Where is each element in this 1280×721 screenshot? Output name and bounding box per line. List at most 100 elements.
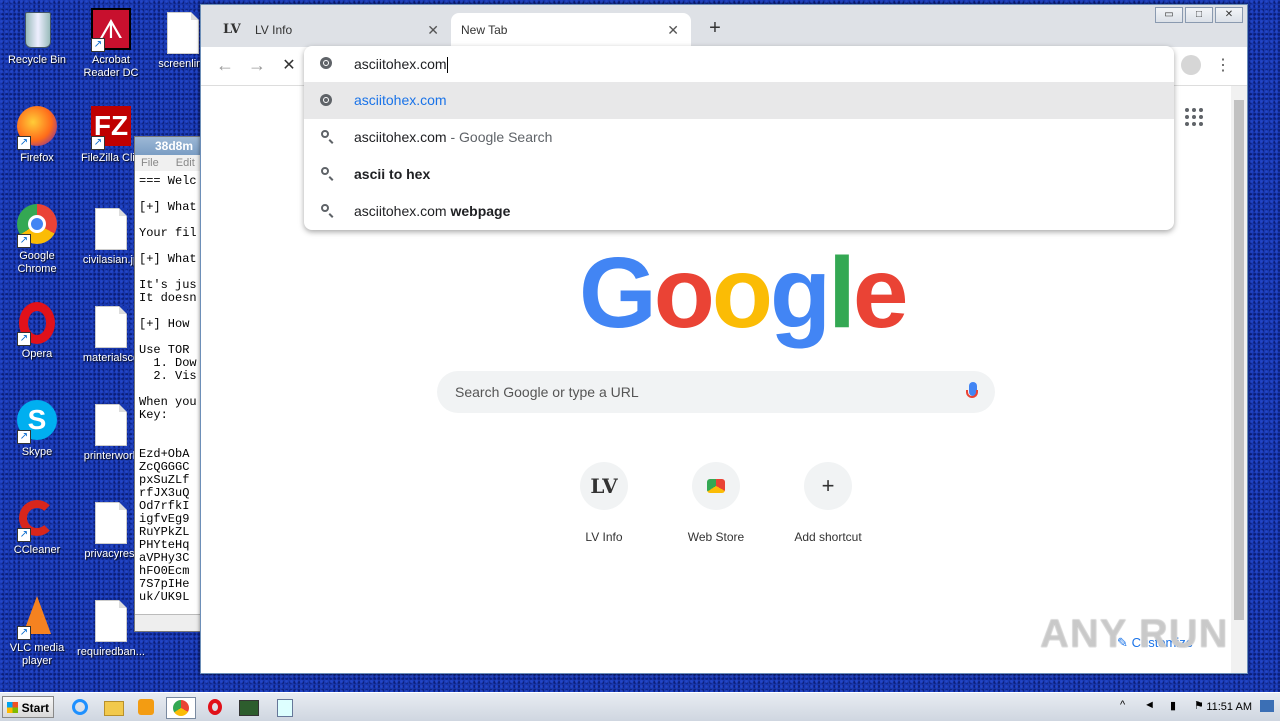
- back-button[interactable]: ←: [213, 55, 237, 76]
- start-button[interactable]: Start: [2, 696, 54, 718]
- lv-favicon-icon: LV: [223, 22, 241, 37]
- search-icon: [321, 204, 329, 212]
- omnibox-dropdown: asciitohex.com asciitohex.com asciitohex…: [304, 46, 1174, 230]
- skype-icon: S ↗: [15, 400, 59, 444]
- vlc-cone-icon: ↗: [15, 596, 59, 640]
- microphone-icon[interactable]: [966, 382, 978, 398]
- desktop-icon-label: civilasian.jp: [82, 254, 140, 266]
- taskbar: Start ^ ◄ ▮ ⚑ 11:51 AM: [0, 692, 1280, 721]
- window-controls: ▭ □ ✕: [1155, 7, 1243, 23]
- search-icon: [321, 130, 329, 138]
- tab-new-tab[interactable]: New Tab ✕: [451, 13, 691, 47]
- tab-lv-info[interactable]: LV LV Info ✕: [211, 13, 451, 47]
- desktop-icon-label: Google Chrome: [17, 250, 57, 275]
- taskbar-chrome-button[interactable]: [166, 697, 196, 719]
- stop-loading-button[interactable]: ✕: [277, 55, 301, 75]
- desktop-icon-label: FileZilla Clie: [81, 152, 141, 164]
- tab-title: New Tab: [461, 23, 508, 37]
- desktop-icon-acrobat[interactable]: ᗑ ↗ Acrobat Reader DC: [76, 8, 146, 80]
- suggestion-row[interactable]: ascii to hex: [304, 156, 1174, 193]
- ccleaner-icon: ↗: [15, 498, 59, 542]
- desktop-icon-ccleaner[interactable]: ↗ CCleaner: [2, 498, 72, 557]
- desktop-icon-opera[interactable]: ↗ Opera: [2, 302, 72, 361]
- explorer-folder-icon[interactable]: [102, 697, 124, 717]
- suggestion-suffix: webpage: [450, 203, 511, 219]
- desktop-icon-vlc[interactable]: ↗ VLC media player: [2, 596, 72, 668]
- lv-logo-icon: LV: [580, 462, 628, 510]
- suggestion-row[interactable]: asciitohex.com - Google Search: [304, 119, 1174, 156]
- menu-kebab-icon[interactable]: ⋮: [1215, 55, 1231, 75]
- shortcut-label: LV Info: [585, 530, 623, 544]
- close-tab-icon[interactable]: ✕: [427, 13, 439, 47]
- desktop-icon-label: Firefox: [20, 152, 54, 164]
- suggestion-text: ascii to hex: [354, 166, 431, 182]
- ntp-search-box[interactable]: Search Google or type a URL: [437, 371, 995, 413]
- suggestion-row[interactable]: asciitohex.com: [304, 82, 1174, 119]
- menu-edit[interactable]: Edit: [176, 157, 195, 169]
- close-tab-icon[interactable]: ✕: [667, 13, 679, 47]
- desktop-icon-firefox[interactable]: ↗ Firefox: [2, 106, 72, 165]
- web-store-icon: [692, 462, 740, 510]
- anyrun-watermark: ANY RUN: [1040, 612, 1229, 656]
- task-manager-icon[interactable]: [234, 697, 262, 717]
- desktop-icon-recycle-bin[interactable]: Recycle Bin: [2, 8, 72, 67]
- plus-icon: +: [804, 462, 852, 510]
- shortcut-web-store[interactable]: Web Store: [671, 462, 761, 544]
- desktop-icon-label: Opera: [21, 348, 53, 360]
- shortcut-add[interactable]: + Add shortcut: [783, 462, 873, 544]
- desktop-icon-skype[interactable]: S ↗ Skype: [2, 400, 72, 459]
- shortcut-lv-info[interactable]: LV LV Info: [559, 462, 649, 544]
- chrome-icon: ↗: [15, 204, 59, 248]
- tab-title: LV Info: [255, 23, 293, 37]
- desktop-icon-label: Skype: [21, 446, 53, 458]
- globe-icon: [320, 94, 332, 106]
- google-apps-grid-icon[interactable]: [1185, 108, 1203, 126]
- ie-icon[interactable]: [70, 697, 92, 717]
- shortcut-label: Add shortcut: [794, 530, 862, 544]
- flag-icon[interactable]: ⚑: [1194, 699, 1204, 712]
- clock[interactable]: 11:51 AM: [1206, 701, 1252, 713]
- google-logo: Google: [579, 237, 908, 349]
- acrobat-icon: ᗑ ↗: [89, 8, 133, 52]
- globe-icon: [320, 57, 332, 69]
- file-icon: [95, 600, 127, 642]
- opera-icon: ↗: [15, 302, 59, 346]
- desktop-icon-label: materialsco: [82, 352, 140, 364]
- omnibox-input[interactable]: asciitohex.com: [304, 46, 1174, 82]
- new-tab-button[interactable]: +: [703, 17, 727, 40]
- suggestion-text: asciitohex.com: [354, 129, 447, 145]
- chevron-up-icon[interactable]: ^: [1120, 699, 1125, 711]
- show-desktop-icon[interactable]: [1260, 700, 1274, 712]
- notepad-title: 38d8m: [155, 139, 194, 153]
- minimize-button[interactable]: ▭: [1155, 7, 1183, 23]
- desktop-icon-label: Recycle Bin: [7, 54, 67, 66]
- profile-avatar-icon[interactable]: [1181, 55, 1201, 75]
- file-icon: [95, 404, 127, 446]
- desktop-icon-label: Acrobat Reader DC: [83, 54, 139, 79]
- desktop-icon-label: printerwork: [83, 450, 139, 462]
- system-tray: ^ ◄ ▮ ⚑ 11:51 AM: [1100, 693, 1280, 721]
- network-icon[interactable]: ▮: [1170, 699, 1176, 712]
- file-icon: [95, 502, 127, 544]
- suggestion-row[interactable]: asciitohex.com webpage: [304, 193, 1174, 230]
- firefox-icon: ↗: [15, 106, 59, 150]
- search-icon: [321, 167, 329, 175]
- file-icon: [95, 208, 127, 250]
- notepad-taskbar-icon[interactable]: [270, 697, 298, 717]
- media-player-icon[interactable]: [136, 697, 158, 717]
- desktop-icon-google-chrome[interactable]: ↗ Google Chrome: [2, 204, 72, 276]
- page-scrollbar[interactable]: [1231, 86, 1247, 673]
- desktop-icon-label: requiredban...: [77, 646, 145, 658]
- menu-file[interactable]: File: [141, 157, 159, 169]
- tab-strip: LV LV Info ✕ New Tab ✕ + ▭ □ ✕: [201, 5, 1247, 47]
- desktop-icon-label: CCleaner: [13, 544, 61, 556]
- suggestion-text: asciitohex.com: [354, 203, 451, 219]
- opera-taskbar-icon[interactable]: [204, 697, 226, 717]
- suggestion-suffix: - Google Search: [446, 129, 553, 145]
- maximize-button[interactable]: □: [1185, 7, 1213, 23]
- volume-icon[interactable]: ◄: [1144, 699, 1155, 711]
- forward-button[interactable]: →: [245, 55, 269, 76]
- desktop-icon-label: VLC media player: [9, 642, 65, 667]
- file-icon: [167, 12, 199, 54]
- close-window-button[interactable]: ✕: [1215, 7, 1243, 23]
